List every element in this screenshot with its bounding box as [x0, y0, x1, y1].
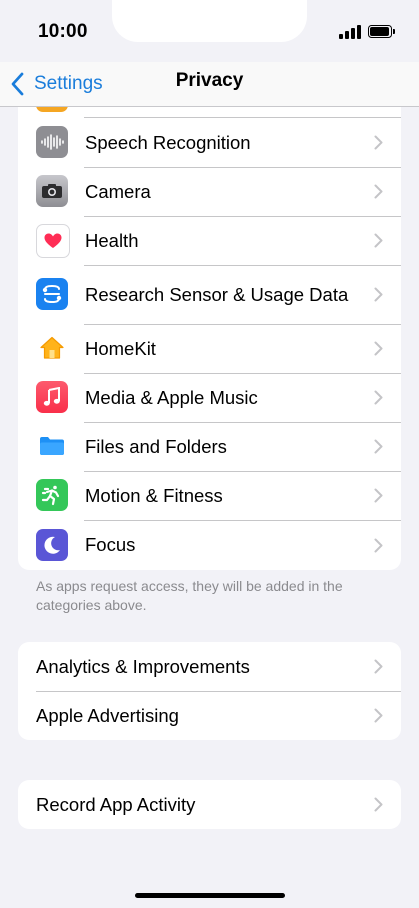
home-icon — [36, 332, 68, 364]
privacy-categories-group: Speech Recognition Camera Health Researc… — [18, 96, 401, 570]
analytics-group: Analytics & Improvements Apple Advertisi… — [18, 642, 401, 740]
chevron-right-icon — [374, 538, 383, 552]
home-indicator[interactable] — [135, 893, 285, 898]
chevron-right-icon — [374, 135, 383, 150]
chevron-right-icon — [374, 390, 383, 405]
privacy-item-research-sensor[interactable]: Research Sensor & Usage Data — [18, 265, 401, 324]
chevron-right-icon — [374, 287, 383, 302]
privacy-item-files-and-folders[interactable]: Files and Folders — [18, 422, 401, 471]
privacy-item-label: Focus — [85, 534, 136, 555]
privacy-item-label: Media & Apple Music — [85, 386, 258, 408]
row-label: Analytics & Improvements — [36, 655, 250, 677]
music-note-icon — [36, 381, 68, 413]
privacy-item-speech-recognition[interactable]: Speech Recognition — [18, 118, 401, 167]
chevron-right-icon — [374, 797, 383, 812]
chevron-right-icon — [374, 708, 383, 723]
notch — [112, 0, 307, 42]
app-activity-group: Record App Activity — [18, 780, 401, 829]
privacy-item-label: Research Sensor & Usage Data — [85, 283, 349, 305]
privacy-footnote: As apps request access, they will be add… — [36, 578, 343, 613]
navigation-bar: Settings Privacy — [0, 62, 419, 107]
privacy-item-label: HomeKit — [85, 337, 156, 359]
heart-icon — [36, 224, 70, 258]
privacy-item-label: Camera — [85, 180, 151, 202]
chevron-right-icon — [374, 659, 383, 674]
chevron-right-icon — [374, 233, 383, 248]
row-label: Apple Advertising — [36, 704, 179, 726]
waveform-icon — [36, 126, 68, 158]
moon-icon — [36, 529, 68, 561]
privacy-item-label: Files and Folders — [85, 435, 227, 457]
apple-advertising-item[interactable]: Apple Advertising — [18, 691, 401, 740]
camera-icon — [36, 175, 68, 207]
privacy-item-motion-fitness[interactable]: Motion & Fitness — [18, 471, 401, 520]
cellular-signal-icon — [339, 25, 361, 39]
analytics-improvements-item[interactable]: Analytics & Improvements — [18, 642, 401, 691]
folder-icon — [36, 430, 68, 462]
battery-icon — [368, 25, 395, 38]
research-icon — [36, 278, 68, 310]
privacy-item-label: Health — [85, 229, 139, 251]
privacy-item-label: Speech Recognition — [85, 131, 251, 153]
chevron-right-icon — [374, 488, 383, 503]
status-bar: 10:00 — [0, 0, 419, 62]
row-label: Record App Activity — [36, 793, 196, 815]
chevron-right-icon — [374, 184, 383, 199]
chevron-right-icon — [374, 341, 383, 356]
page-title: Privacy — [175, 70, 244, 91]
chevron-right-icon — [374, 439, 383, 454]
privacy-item-health[interactable]: Health — [18, 216, 401, 265]
status-time: 10:00 — [38, 21, 88, 42]
privacy-item-media-apple-music[interactable]: Media & Apple Music — [18, 373, 401, 422]
privacy-item-label: Motion & Fitness — [85, 484, 223, 506]
record-app-activity-item[interactable]: Record App Activity — [18, 780, 401, 829]
privacy-item-homekit[interactable]: HomeKit — [18, 324, 401, 373]
privacy-item-focus[interactable]: Focus — [18, 520, 401, 570]
running-figure-icon — [36, 479, 68, 511]
privacy-item-camera[interactable]: Camera — [18, 167, 401, 216]
